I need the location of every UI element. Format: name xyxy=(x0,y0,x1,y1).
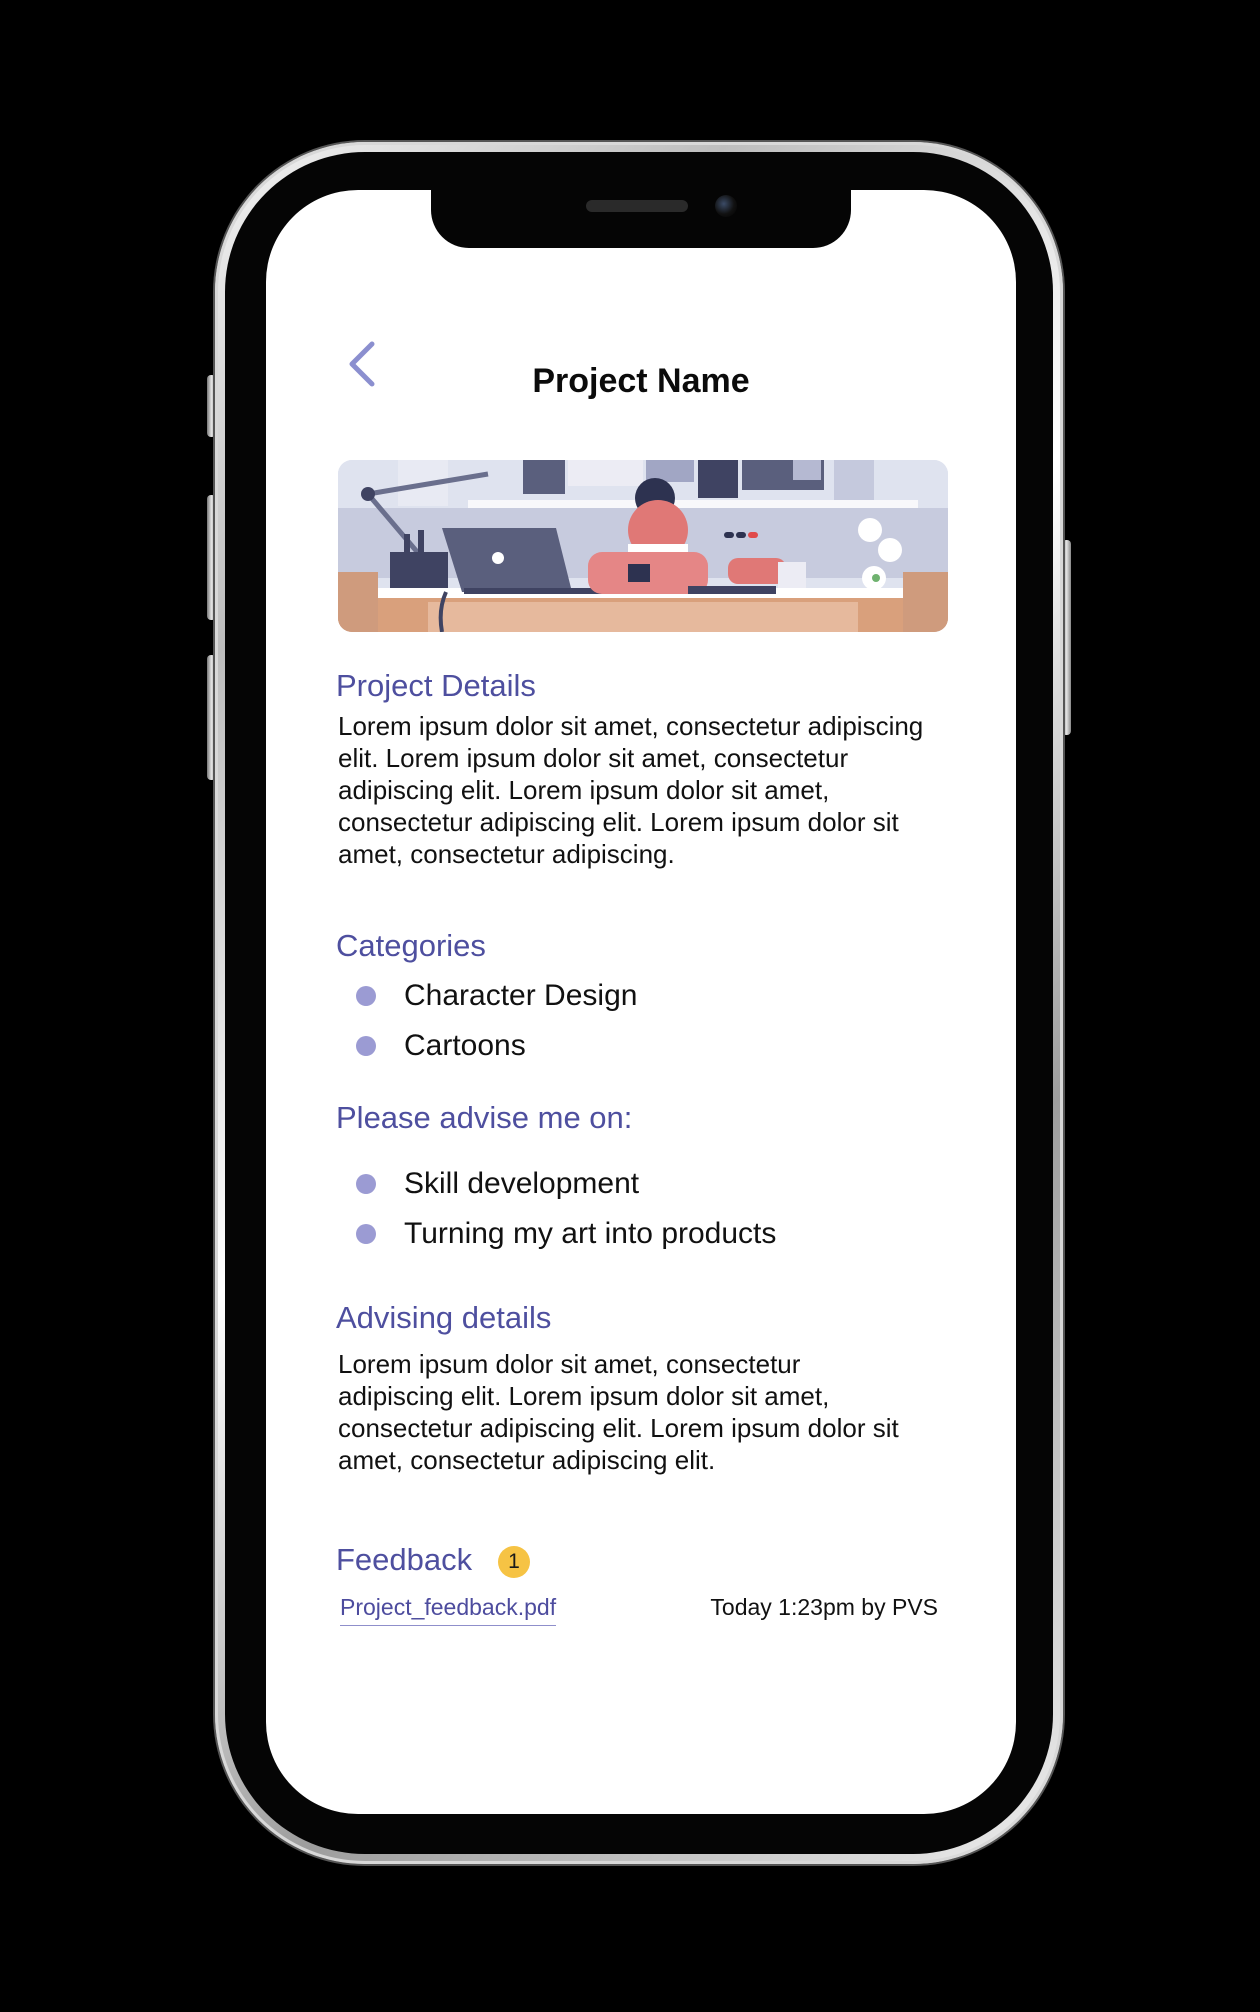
artist-at-desk-illustration xyxy=(338,460,948,632)
notch xyxy=(431,190,851,248)
bullet-dot-icon xyxy=(356,986,376,1006)
advise-topic-label: Skill development xyxy=(404,1167,640,1200)
category-list-item: Cartoons xyxy=(356,1026,526,1066)
advising-details-text: Lorem ipsum dolor sit amet, consectetur … xyxy=(338,1349,899,1475)
category-label: Cartoons xyxy=(404,1029,526,1062)
category-label: Character Design xyxy=(404,979,638,1012)
bullet-dot-icon xyxy=(356,1174,376,1194)
feedback-timestamp: Today 1:23pm by PVS xyxy=(710,1594,938,1620)
power-button xyxy=(1062,540,1071,735)
project-hero-image xyxy=(338,460,948,632)
advising-details-heading: Advising details xyxy=(336,1300,552,1335)
bullet-dot-icon xyxy=(356,1036,376,1056)
project-details-heading: Project Details xyxy=(336,668,536,703)
page-title: Project Name xyxy=(532,362,750,400)
feedback-file-link[interactable]: Project_feedback.pdf xyxy=(340,1594,557,1626)
bullet-dot-icon xyxy=(356,1224,376,1244)
advise-heading: Please advise me on: xyxy=(336,1100,633,1135)
speaker-grille xyxy=(586,200,688,212)
project-details-text: Lorem ipsum dolor sit amet, consectetur … xyxy=(338,711,924,869)
categories-heading: Categories xyxy=(336,928,486,963)
advise-list-item: Skill development xyxy=(356,1164,639,1204)
feedback-heading: Feedback xyxy=(336,1542,473,1577)
advise-topic-label: Turning my art into products xyxy=(404,1217,777,1250)
category-list-item: Character Design xyxy=(356,976,637,1016)
feedback-count-badge: 1 xyxy=(498,1546,530,1578)
camera-icon xyxy=(715,195,737,217)
advise-list-item: Turning my art into products xyxy=(356,1214,776,1254)
app-screen: Project Name Project Details Lorem ipsum… xyxy=(266,190,1016,1814)
